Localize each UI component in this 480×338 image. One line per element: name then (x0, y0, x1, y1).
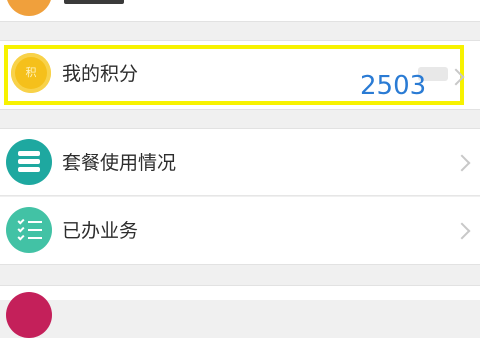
usage-stack-bar-1 (18, 151, 40, 156)
menu-row-package-usage[interactable]: 套餐使用情况 (0, 128, 480, 196)
chevron-right-icon (453, 154, 471, 172)
checklist-line-1 (28, 221, 42, 223)
usage-stack-bar-3 (18, 167, 40, 172)
checklist-tick-1 (17, 217, 25, 225)
usage-stack-icon (6, 139, 52, 185)
done-business-label: 已办业务 (62, 220, 139, 242)
usage-stack-bar-2 (18, 159, 40, 164)
checklist-line-3 (28, 237, 42, 239)
menu-row-top-partial[interactable] (0, 0, 480, 22)
menu-row-done-business[interactable]: 已办业务 (0, 197, 480, 265)
package-usage-label: 套餐使用情况 (62, 152, 177, 174)
points-value: 2503 (360, 71, 427, 101)
top-row-label-fragment (64, 0, 124, 4)
menu-row-points[interactable]: 积 我的积分 2503 (0, 40, 480, 110)
checklist-tick-3 (17, 233, 25, 241)
chevron-right-icon (453, 222, 471, 240)
menu-row-bottom-partial[interactable] (0, 285, 480, 338)
bottom-row-icon (6, 292, 52, 338)
checklist-tick-2 (17, 225, 25, 233)
top-row-icon (6, 0, 52, 16)
points-coin-char: 积 (25, 66, 37, 79)
checklist-icon (6, 207, 52, 253)
points-coin-icon: 积 (11, 53, 51, 93)
checklist-line-2 (28, 229, 42, 231)
points-label: 我的积分 (62, 63, 139, 85)
